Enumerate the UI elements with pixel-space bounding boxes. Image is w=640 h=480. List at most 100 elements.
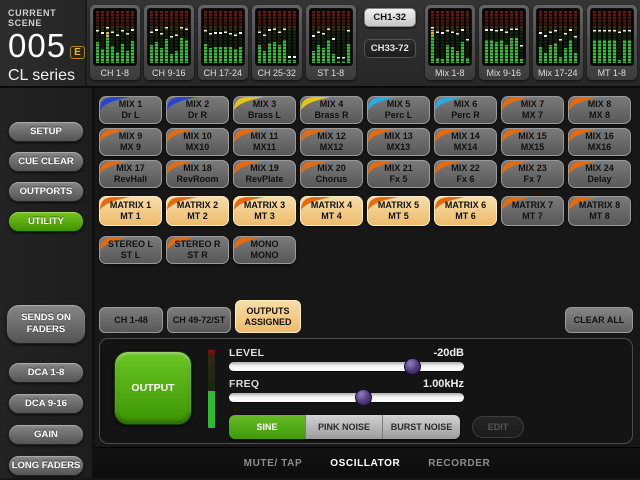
meter-level-bar [121, 44, 124, 63]
waveform-button-burst-noise[interactable]: BURST NOISE [383, 415, 460, 439]
output-button-mix-10[interactable]: MIX 10MX10 [166, 128, 229, 156]
meter-level-bar [618, 60, 621, 63]
output-button-tag: MONO [251, 250, 279, 261]
filter-tab-line: OUTPUTS [246, 306, 289, 316]
meter-screen [255, 8, 299, 66]
meter-level-bar [456, 51, 459, 63]
meter-label: MT 1-8 [598, 66, 626, 79]
waveform-button-pink-noise[interactable]: PINK NOISE [306, 415, 383, 439]
output-button-matrix-6[interactable]: MATRIX 6MT 6 [434, 196, 497, 226]
meter-strip [490, 11, 493, 63]
meter-level-bar [628, 40, 631, 63]
output-button-mix-13[interactable]: MIX 13MX13 [367, 128, 430, 156]
meter-strip [613, 11, 616, 63]
output-button-matrix-7[interactable]: MATRIX 7MT 7 [501, 196, 564, 226]
meter-strip [347, 11, 350, 63]
bottom-tab-recorder[interactable]: RECORDER [428, 458, 490, 469]
output-button-mix-20[interactable]: MIX 20Chorus [300, 160, 363, 188]
output-button-mix-17[interactable]: MIX 17RevHall [99, 160, 162, 188]
output-button-mix-6[interactable]: MIX 6Perc R [434, 96, 497, 124]
waveform-button-sine[interactable]: SINE [229, 415, 306, 439]
freq-slider-thumb[interactable] [355, 389, 372, 406]
output-button-matrix-8[interactable]: MATRIX 8MT 8 [568, 196, 631, 226]
output-button-stereo-l[interactable]: STEREO LST L [99, 236, 162, 264]
filter-tab-ch-1-48[interactable]: CH 1-48 [99, 307, 163, 333]
output-button-tag: Perc R [451, 110, 480, 121]
meter-yellow-cap [106, 32, 109, 37]
bottom-tab-oscillator[interactable]: OSCILLATOR [330, 458, 400, 469]
sidebar-item-gain[interactable]: GAIN [8, 424, 84, 445]
meter-peak-indicator [258, 31, 261, 33]
output-button-mix-8[interactable]: MIX 8MX 8 [568, 96, 631, 124]
output-button-name: MIX 2 [186, 99, 210, 110]
output-button-mix-18[interactable]: MIX 18RevRoom [166, 160, 229, 188]
output-button-matrix-1[interactable]: MATRIX 1MT 1 [99, 196, 162, 226]
output-button-mix-24[interactable]: MIX 24Delay [568, 160, 631, 188]
level-slider-thumb[interactable] [404, 358, 421, 375]
meter-level-bar [209, 48, 212, 63]
edit-button[interactable]: EDIT [472, 416, 524, 438]
meter-peak-indicator [288, 56, 291, 58]
bottom-tab-mute-tap[interactable]: MUTE/ TAP [244, 458, 303, 469]
meter-peak-indicator [441, 32, 444, 34]
oscillator-output-button[interactable]: OUTPUT [114, 351, 192, 425]
output-button-mix-23[interactable]: MIX 23Fx 7 [501, 160, 564, 188]
output-button-mix-9[interactable]: MIX 9MX 9 [99, 128, 162, 156]
sidebar-item-dca-1-8[interactable]: DCA 1-8 [8, 362, 84, 383]
meter-peak-indicator [224, 31, 227, 33]
clear-all-button[interactable]: CLEAR ALL [565, 307, 633, 333]
output-button-name: MIX 8 [588, 99, 612, 110]
scene-number[interactable]: 005 [8, 29, 66, 62]
meter-peak-indicator [446, 30, 449, 32]
output-button-matrix-4[interactable]: MATRIX 4MT 4 [300, 196, 363, 226]
output-button-matrix-3[interactable]: MATRIX 3MT 3 [233, 196, 296, 226]
output-button-mix-12[interactable]: MIX 12MX12 [300, 128, 363, 156]
sidebar-fader-group: SENDS ON FADERS DCA 1-8 DCA 9-16 GAIN LONG F… [6, 304, 86, 476]
freq-slider-track[interactable] [229, 393, 464, 402]
sidebar-item-cue-clear[interactable]: CUE CLEAR [8, 151, 84, 172]
filter-tab-outputs-assigned[interactable]: OUTPUTSASSIGNED [235, 300, 301, 333]
sidebar-item-long-faders[interactable]: LONG FADERS [8, 455, 84, 476]
sidebar-item-dca-9-16[interactable]: DCA 9-16 [8, 393, 84, 414]
meter-level-bar [347, 44, 350, 63]
output-button-mix-7[interactable]: MIX 7MX 7 [501, 96, 564, 124]
scene-edit-badge: E [70, 46, 85, 59]
output-button-stereo-r[interactable]: STEREO RST R [166, 236, 229, 264]
output-button-mono[interactable]: MONOMONO [233, 236, 296, 264]
sidebar-item-setup[interactable]: SETUP [8, 121, 84, 142]
meter-strip [283, 11, 286, 63]
output-button-mix-19[interactable]: MIX 19RevPlate [233, 160, 296, 188]
output-button-mix-15[interactable]: MIX 15MX15 [501, 128, 564, 156]
output-button-mix-3[interactable]: MIX 3Brass L [233, 96, 296, 124]
meter-peak-indicator [293, 56, 296, 58]
meter-peak-indicator [485, 29, 488, 31]
meter-peak-indicator [170, 36, 173, 38]
meter-strip [317, 11, 320, 63]
meter-level-bar [574, 53, 577, 63]
level-slider-track[interactable] [229, 362, 464, 371]
output-button-matrix-5[interactable]: MATRIX 5MT 5 [367, 196, 430, 226]
sidebar-item-utility[interactable]: UTILITY [8, 211, 84, 232]
output-button-mix-22[interactable]: MIX 22Fx 6 [434, 160, 497, 188]
meter-level-bar [485, 40, 488, 63]
output-button-matrix-2[interactable]: MATRIX 2MT 2 [166, 196, 229, 226]
filter-tab-ch-49-72-st[interactable]: CH 49-72/ST [167, 307, 231, 333]
output-button-mix-1[interactable]: MIX 1Dr L [99, 96, 162, 124]
output-button-tag: ST L [121, 250, 141, 261]
meter-peak-indicator [549, 31, 552, 33]
bank-button-ch1-32[interactable]: CH1-32 [364, 8, 416, 27]
bank-button-ch33-72[interactable]: CH33-72 [364, 39, 416, 58]
output-button-mix-4[interactable]: MIX 4Brass R [300, 96, 363, 124]
output-button-mix-11[interactable]: MIX 11MX11 [233, 128, 296, 156]
sidebar-item-outports[interactable]: OUTPORTS [8, 181, 84, 202]
meter-peak-indicator [623, 30, 626, 32]
output-button-mix-21[interactable]: MIX 21Fx 5 [367, 160, 430, 188]
output-button-mix-14[interactable]: MIX 14MX14 [434, 128, 497, 156]
output-button-mix-2[interactable]: MIX 2Dr R [166, 96, 229, 124]
output-button-mix-16[interactable]: MIX 16MX16 [568, 128, 631, 156]
meter-level-bar [185, 40, 188, 63]
meter-peak-indicator [278, 31, 281, 33]
sidebar-item-sends-on-faders[interactable]: SENDS ON FADERS [6, 304, 86, 344]
output-button-mix-5[interactable]: MIX 5Perc L [367, 96, 430, 124]
meter-strip [234, 11, 237, 63]
